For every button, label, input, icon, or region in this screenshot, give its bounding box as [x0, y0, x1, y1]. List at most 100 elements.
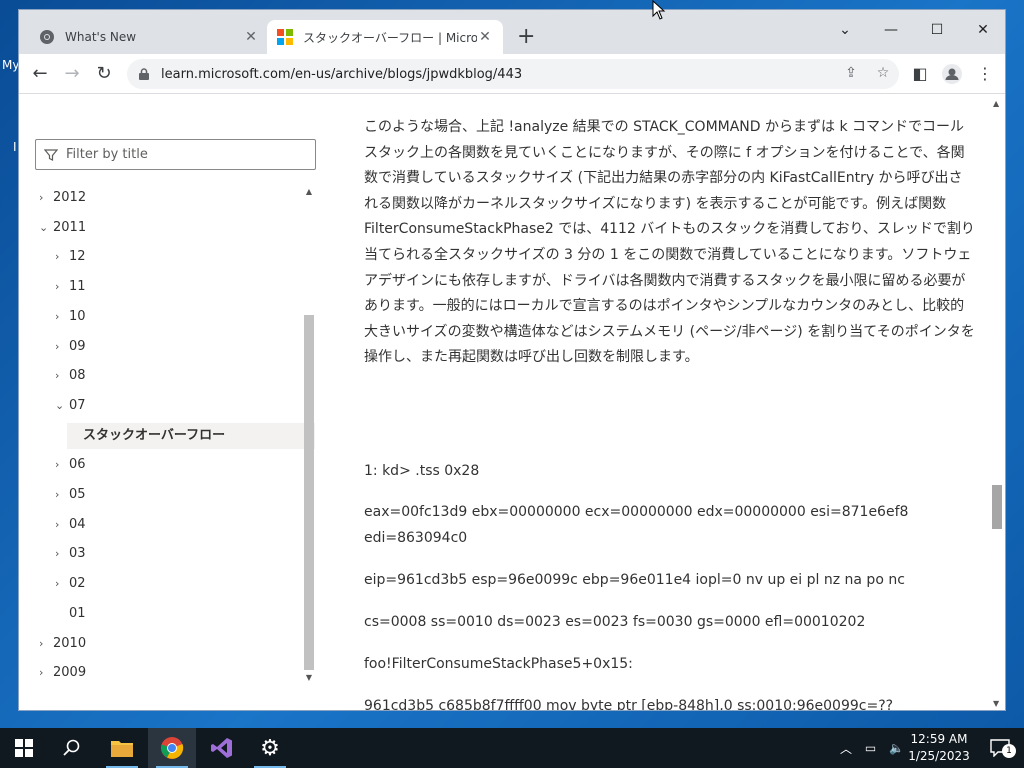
chevron-right-icon[interactable]: ›	[55, 571, 69, 597]
toc-item[interactable]: › 11	[35, 274, 305, 300]
tab-whats-new[interactable]: What's New ✕	[29, 20, 269, 54]
scroll-up-icon[interactable]: ▲	[993, 99, 999, 108]
page-scrollbar[interactable]: ▲ ▼	[989, 95, 1005, 710]
chevron-right-icon[interactable]: ›	[55, 363, 69, 389]
code-line: eax=00fc13d9 ebx=00000000 ecx=00000000 e…	[364, 504, 909, 520]
system-tray: ︿ ▭ 🔈	[840, 728, 904, 768]
toc-item-label: 10	[69, 308, 86, 324]
toc-item[interactable]: › 09	[35, 334, 305, 360]
desktop-label: I	[13, 140, 17, 154]
toc-item-label: 06	[69, 457, 86, 473]
toc-item[interactable]: › 05	[35, 482, 305, 508]
close-tab-icon[interactable]: ✕	[243, 29, 259, 45]
maximize-button[interactable]: ☐	[917, 16, 957, 44]
tab-title: What's New	[65, 30, 137, 44]
toc-item[interactable]: › 12	[35, 244, 305, 270]
toc-item[interactable]: › 02	[35, 571, 305, 597]
clock-date: 1/25/2023	[908, 749, 970, 763]
toc-item[interactable]: › 2010	[35, 631, 305, 657]
address-bar[interactable]: learn.microsoft.com/en-us/archive/blogs/…	[127, 59, 899, 89]
filter-placeholder: Filter by title	[66, 147, 148, 162]
chevron-right-icon[interactable]: ›	[55, 334, 69, 360]
chevron-right-icon[interactable]: ›	[55, 304, 69, 330]
chevron-right-icon[interactable]: ›	[55, 541, 69, 567]
minimize-button[interactable]: —	[871, 16, 911, 44]
file-explorer-button[interactable]	[98, 728, 146, 768]
profile-avatar-icon[interactable]	[941, 64, 963, 86]
bookmark-star-icon[interactable]: ☆	[873, 65, 893, 85]
toc-item-label: 2009	[53, 665, 87, 681]
toc-item[interactable]: スタックオーバーフロー	[67, 422, 315, 449]
side-panel-icon[interactable]: ◧	[909, 64, 931, 86]
show-hidden-icons-icon[interactable]: ︿	[840, 740, 852, 757]
toc-item[interactable]: › 2009	[35, 660, 305, 686]
visual-studio-icon	[211, 738, 232, 758]
toc-item[interactable]: ⌄ 2011	[35, 215, 305, 241]
scroll-up-icon[interactable]: ▲	[303, 187, 315, 196]
chevron-right-icon[interactable]: ›	[39, 631, 53, 657]
chevron-down-icon[interactable]: ⌄	[55, 393, 69, 419]
article-paragraph: このような場合、上記 !analyze 結果での STACK_COMMAND か…	[364, 119, 975, 366]
toc-item-label: 2010	[53, 635, 87, 651]
toc-item[interactable]: › 06	[35, 452, 305, 478]
chrome-icon	[40, 30, 54, 44]
chevron-right-icon[interactable]: ›	[55, 512, 69, 538]
toc-item[interactable]: 01	[35, 601, 305, 627]
toc-item[interactable]: › 08	[35, 363, 305, 389]
tab-stack-overflow[interactable]: スタックオーバーフロー | Microsoft Lea ✕	[267, 20, 503, 54]
chrome-taskbar-button[interactable]	[148, 728, 196, 768]
toc-scrollbar[interactable]: ▲ ▼	[301, 183, 315, 685]
toc-item-label: 05	[69, 487, 86, 502]
scroll-down-icon[interactable]: ▼	[303, 673, 315, 682]
toc-tree: › 2012 ⌄ 2011 › 12 › 11 › 10 › 09 › 08 ⌄ 07 スタックオーバーフロー ›…	[35, 185, 315, 685]
toc-item-label: 08	[69, 368, 86, 384]
tab-search-icon[interactable]: ⌄	[825, 16, 865, 44]
close-window-button[interactable]: ✕	[963, 16, 1003, 44]
search-button[interactable]	[48, 728, 96, 768]
toc-item-label: 2011	[53, 219, 87, 235]
close-tab-icon[interactable]: ✕	[477, 29, 493, 45]
visual-studio-button[interactable]	[198, 728, 246, 768]
toc-item[interactable]: › 03	[35, 541, 305, 567]
toc-item[interactable]: ⌄ 07	[35, 393, 305, 419]
forward-icon[interactable]: →	[59, 61, 85, 87]
toc-item[interactable]: › 04	[35, 512, 305, 538]
network-icon[interactable]: ▭	[865, 741, 876, 755]
settings-button[interactable]: ⚙	[246, 728, 294, 768]
notification-center-button[interactable]: 1	[976, 728, 1024, 768]
mouse-cursor-icon	[652, 0, 666, 20]
code-line: cs=0008 ss=0010 ds=0023 es=0023 fs=0030 …	[364, 614, 866, 630]
code-line: eip=961cd3b5 esp=96e0099c ebp=96e011e4 i…	[364, 572, 905, 588]
share-icon[interactable]: ⇪	[841, 65, 861, 85]
filter-input[interactable]: Filter by title	[35, 139, 316, 170]
gear-icon: ⚙	[260, 735, 280, 761]
chevron-right-icon[interactable]: ›	[55, 274, 69, 300]
folder-icon	[111, 741, 133, 757]
chevron-right-icon[interactable]: ›	[55, 452, 69, 478]
reload-icon[interactable]: ↻	[91, 61, 117, 87]
scroll-down-icon[interactable]: ▼	[993, 699, 999, 708]
scrollbar-thumb[interactable]	[304, 315, 314, 670]
search-icon	[63, 739, 80, 756]
tab-bar: What's New ✕ スタックオーバーフロー | Microsoft Lea…	[19, 10, 1005, 54]
chevron-right-icon[interactable]: ›	[39, 660, 53, 686]
more-menu-icon[interactable]: ⋮	[974, 64, 996, 86]
new-tab-button[interactable]: +	[517, 24, 535, 49]
clock[interactable]: 12:59 AM 1/25/2023	[906, 731, 972, 765]
article-body: このような場合、上記 !analyze 結果での STACK_COMMAND か…	[364, 115, 976, 710]
chevron-right-icon[interactable]: ›	[39, 185, 53, 211]
windows-logo-icon	[15, 739, 33, 757]
scrollbar-thumb[interactable]	[992, 485, 1002, 529]
back-icon[interactable]: ←	[27, 61, 53, 87]
toc-item-label: 01	[69, 605, 86, 621]
toc-item-label: 04	[69, 516, 86, 532]
toc-item-label: 2012	[53, 190, 87, 205]
browser-window: What's New ✕ スタックオーバーフロー | Microsoft Lea…	[18, 9, 1006, 711]
volume-icon[interactable]: 🔈	[889, 741, 904, 755]
chevron-right-icon[interactable]: ›	[55, 482, 69, 508]
chevron-right-icon[interactable]: ›	[55, 244, 69, 270]
chevron-down-icon[interactable]: ⌄	[39, 215, 53, 241]
start-button[interactable]	[0, 728, 48, 768]
toc-item[interactable]: › 2012	[35, 185, 305, 211]
toc-item[interactable]: › 10	[35, 304, 305, 330]
